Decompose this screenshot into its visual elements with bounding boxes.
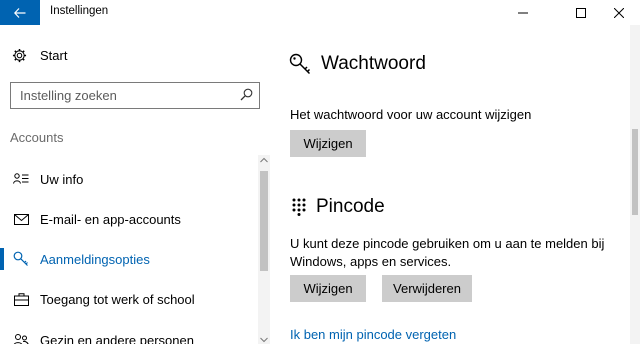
sidebar-item-sign-in-options[interactable]: Aanmeldingsopties xyxy=(0,241,258,277)
window-title: Instellingen xyxy=(50,5,109,17)
maximize-icon xyxy=(576,7,586,18)
sidebar-scrollbar[interactable] xyxy=(258,155,270,344)
password-section-header: Wachtwoord xyxy=(289,53,426,75)
sidebar-item-family[interactable]: Gezin en andere personen xyxy=(0,322,258,344)
scrollbar-thumb[interactable] xyxy=(632,129,638,215)
pin-description-line2: Windows, apps en services. xyxy=(290,254,452,269)
key-icon xyxy=(289,53,311,75)
keypad-icon xyxy=(292,198,306,216)
user-info-icon xyxy=(12,170,30,188)
settings-search-input[interactable]: Instelling zoeken xyxy=(10,82,260,109)
active-indicator xyxy=(0,248,4,270)
title-bar: Instellingen xyxy=(0,0,640,25)
content-pane: Wachtwoord Het wachtwoord voor uw accoun… xyxy=(272,25,640,344)
change-pin-button[interactable]: Wijzigen xyxy=(290,275,366,302)
scroll-down-arrow-icon[interactable] xyxy=(260,337,268,343)
sidebar-item-your-info[interactable]: Uw info xyxy=(0,161,258,197)
close-icon xyxy=(614,7,624,18)
back-button[interactable] xyxy=(0,0,40,25)
briefcase-icon xyxy=(12,290,30,308)
search-placeholder: Instelling zoeken xyxy=(20,88,117,103)
scroll-up-arrow-icon[interactable] xyxy=(260,157,268,163)
search-icon[interactable] xyxy=(240,88,253,101)
sidebar-item-work-school[interactable]: Toegang tot werk of school xyxy=(0,281,258,317)
remove-pin-button[interactable]: Verwijderen xyxy=(382,275,472,302)
password-description: Het wachtwoord voor uw account wijzigen xyxy=(290,107,532,122)
sidebar-item-label: Toegang tot werk of school xyxy=(40,291,195,307)
minimize-icon xyxy=(518,12,528,13)
close-button[interactable] xyxy=(596,0,640,25)
key-icon xyxy=(12,250,30,268)
pin-section-header: Pincode xyxy=(292,196,385,218)
sidebar-item-label: Gezin en andere personen xyxy=(40,332,194,344)
change-password-button[interactable]: Wijzigen xyxy=(290,130,366,157)
scrollbar-thumb[interactable] xyxy=(260,171,268,271)
gear-icon xyxy=(12,48,27,63)
section-header: Accounts xyxy=(10,130,64,145)
forgot-pin-link[interactable]: Ik ben mijn pincode vergeten xyxy=(290,327,456,342)
start-nav-item[interactable]: Start xyxy=(12,48,67,63)
password-title: Wachtwoord xyxy=(321,53,426,74)
sidebar-item-label: E-mail- en app-accounts xyxy=(40,211,181,227)
navigation-pane: Start Instelling zoeken Accounts Uw info… xyxy=(0,25,272,344)
start-label: Start xyxy=(40,48,68,63)
back-arrow-icon xyxy=(14,7,26,18)
sidebar-item-email-accounts[interactable]: E-mail- en app-accounts xyxy=(0,201,258,237)
minimize-button[interactable] xyxy=(500,0,546,25)
sidebar-item-label: Aanmeldingsopties xyxy=(40,251,150,267)
mail-icon xyxy=(12,210,30,228)
sidebar-item-label: Uw info xyxy=(40,171,84,187)
pin-description-line1: U kunt deze pincode gebruiken om u aan t… xyxy=(290,236,605,251)
people-icon xyxy=(12,331,30,344)
pin-title: Pincode xyxy=(316,196,385,217)
content-scrollbar[interactable] xyxy=(630,25,640,344)
